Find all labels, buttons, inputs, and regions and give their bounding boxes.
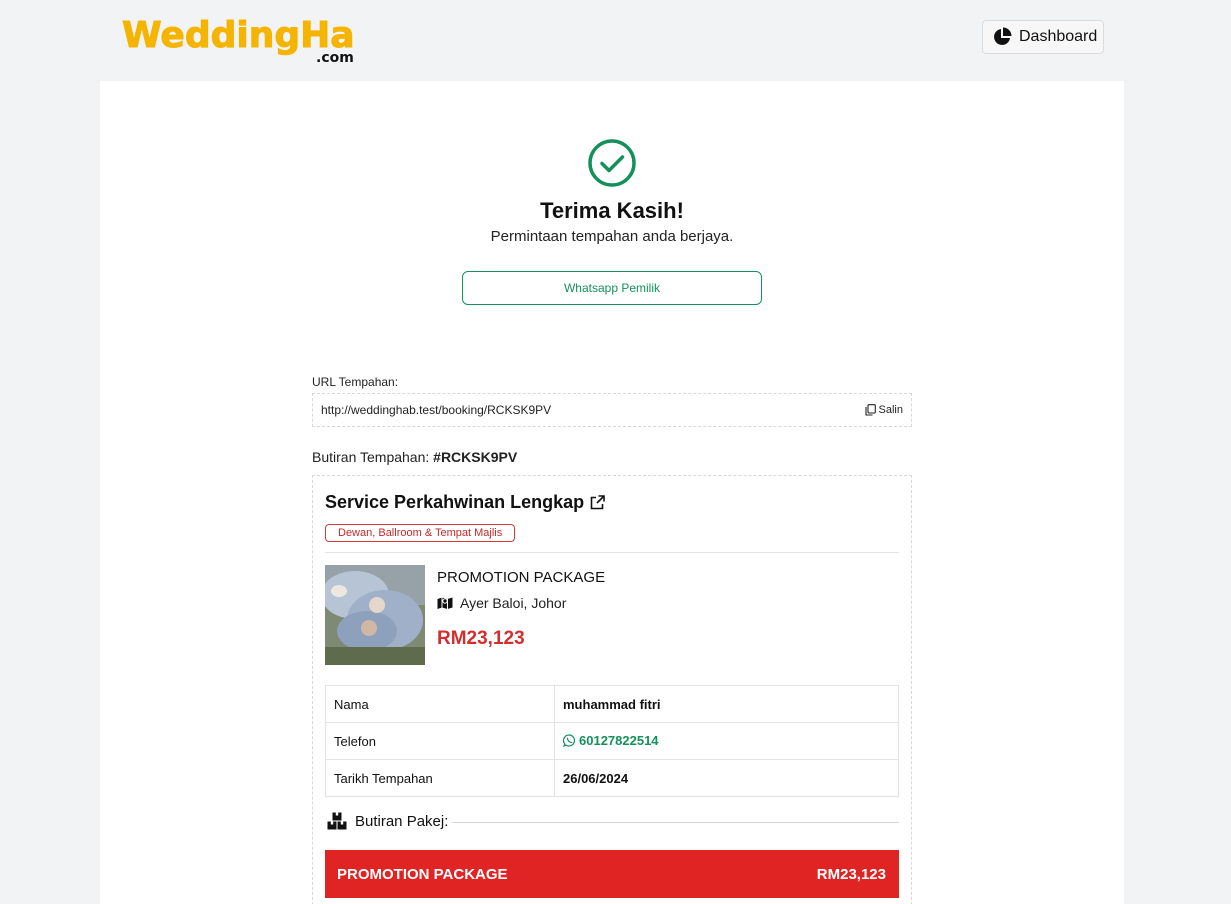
dashboard-pie-icon [994, 27, 1012, 45]
table-cell-value: muhammad fitri [554, 685, 899, 723]
main-content: Terima Kasih! Permintaan tempahan anda b… [100, 81, 1124, 904]
heading-rule [452, 822, 899, 823]
phone-number: 60127822514 [579, 732, 659, 748]
booking-url-label: URL Tempahan: [312, 375, 399, 389]
package-thumbnail [325, 565, 425, 665]
booking-code: #RCKSK9PV [433, 449, 518, 465]
copy-label: Salin [878, 404, 903, 416]
category-badge: Dewan, Ballroom & Tempat Majlis [325, 524, 516, 542]
whatsapp-owner-button[interactable]: Whatsapp Pemilik [462, 271, 762, 305]
svg-text:.com: .com [316, 50, 354, 66]
divider [325, 552, 899, 553]
whatsapp-icon [563, 733, 576, 747]
booking-url-value[interactable]: http://weddinghab.test/booking/RCKSK9PV [321, 403, 865, 417]
table-cell-value: 26/06/2024 [554, 759, 899, 797]
copy-icon [864, 404, 876, 416]
copy-button[interactable]: Salin [864, 404, 903, 416]
table-cell-value: 60127822514 [554, 722, 899, 760]
top-navbar: WeddingHab .com Dashboard [0, 0, 1231, 81]
phone-link[interactable]: 60127822514 [563, 733, 659, 748]
external-link-icon [590, 495, 605, 510]
table-row: Nama muhammad fitri [325, 685, 899, 723]
package-details-label: Butiran Pakej: [355, 812, 449, 830]
booking-details-label: Butiran Tempahan: [312, 449, 430, 465]
dashboard-button[interactable]: Dashboard [982, 20, 1104, 54]
package-bar-name: PROMOTION PACKAGE [337, 865, 508, 883]
location-text: Ayer Baloi, Johor [460, 595, 567, 611]
success-title: Terima Kasih! [540, 198, 684, 223]
package-summary-bar: PROMOTION PACKAGE RM23,123 [325, 850, 899, 898]
table-row: Telefon 60127822514 [325, 722, 899, 760]
booking-url-box: http://weddinghab.test/booking/RCKSK9PV … [312, 393, 912, 427]
table-cell-key: Nama [325, 685, 555, 723]
success-panel: Terima Kasih! Permintaan tempahan anda b… [100, 138, 1124, 305]
booking-info-table: Nama muhammad fitri Telefon 60127822514 [325, 685, 899, 797]
package-price: RM23,123 [437, 628, 525, 649]
weddinghab-logo[interactable]: WeddingHab .com [120, 8, 356, 68]
table-cell-key: Tarikh Tempahan [325, 759, 555, 797]
dashboard-label: Dashboard [1019, 28, 1098, 45]
package-details-heading: Butiran Pakej: [327, 812, 899, 830]
package-name: PROMOTION PACKAGE [437, 569, 606, 586]
table-cell-key: Telefon [325, 722, 555, 760]
service-title-link[interactable]: Service Perkahwinan Lengkap [325, 492, 605, 513]
booking-card: Service Perkahwinan Lengkap Dewan, Ballr… [312, 475, 912, 904]
check-circle-icon [587, 138, 637, 188]
package-bar-price: RM23,123 [816, 865, 886, 883]
boxes-icon [327, 812, 347, 830]
table-row: Tarikh Tempahan 26/06/2024 [325, 759, 899, 797]
map-icon [437, 597, 453, 609]
booking-details-heading: Butiran Tempahan: #RCKSK9PV [312, 449, 517, 465]
success-message: Permintaan tempahan anda berjaya. [490, 228, 734, 245]
location: Ayer Baloi, Johor [437, 595, 566, 611]
service-title: Service Perkahwinan Lengkap [325, 492, 585, 512]
